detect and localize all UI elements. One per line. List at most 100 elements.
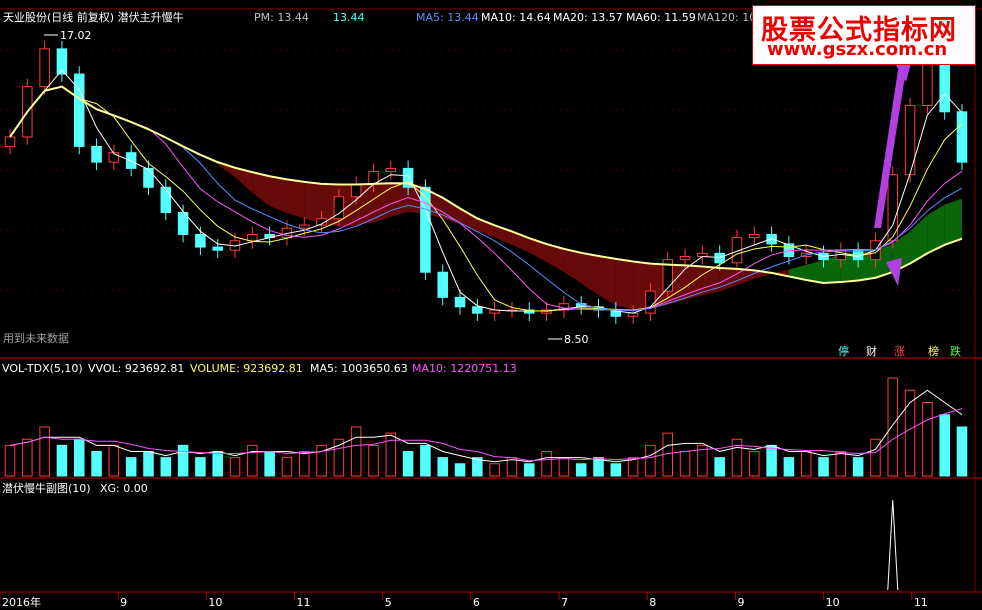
x-tick-label: 8 <box>649 596 656 609</box>
ma-band-segment <box>269 176 287 213</box>
volume-bar <box>922 402 933 477</box>
button-stop[interactable]: 停 <box>838 344 849 358</box>
volume-value: VOLUME: 923692.81 <box>190 362 303 375</box>
ma-bands <box>10 86 962 310</box>
candle-body <box>91 145 102 163</box>
volume-bar <box>298 451 310 477</box>
volume-bar <box>835 451 847 477</box>
volume-bar <box>22 438 33 477</box>
x-tick-label: 11 <box>297 596 311 609</box>
ma10-legend: MA10: 14.64 <box>481 11 551 24</box>
ma60-legend: MA60: 11.59 <box>626 11 696 24</box>
volume-bar <box>385 432 397 477</box>
xg-signal <box>887 499 899 591</box>
candle-body <box>4 136 16 147</box>
vvol-value: VVOL: 923692.81 <box>88 362 184 375</box>
candle-body <box>904 105 916 176</box>
watermark-line2: www.gszx.com.cn <box>767 39 948 60</box>
vol-panel-name: VOL-TDX(5,10) <box>2 362 83 375</box>
volume-bar <box>125 457 137 477</box>
ma-band-segment <box>286 179 305 219</box>
candle-body <box>350 183 362 198</box>
volume-bar <box>402 451 414 477</box>
volume-bars <box>4 377 968 477</box>
volume-bar <box>229 457 241 477</box>
ma-band-segment <box>390 183 409 217</box>
volume-bar <box>108 444 120 477</box>
volume-bar <box>437 457 448 477</box>
volume-bar <box>887 377 899 477</box>
candle-body <box>195 233 206 248</box>
volume-bar <box>489 463 500 477</box>
candle-body <box>679 256 691 261</box>
candle-body <box>472 306 483 314</box>
volume-bar <box>160 457 172 477</box>
volume-bar <box>679 451 691 477</box>
candle-body <box>454 296 466 308</box>
ma-band-segment <box>944 198 962 245</box>
candle-body <box>385 167 397 173</box>
candle-body <box>298 224 310 229</box>
vol-ma5-line <box>9 389 963 463</box>
ma-band-segment <box>719 268 737 292</box>
ma-band-segment <box>563 248 582 284</box>
sub-panel-name: 潜伏慢牛副图(10) <box>2 481 91 495</box>
volume-bar <box>575 463 587 477</box>
x-tick-label: 10 <box>208 596 222 609</box>
volume-bar <box>800 451 812 477</box>
xg-spike <box>887 499 899 591</box>
stock-chart: 2016年 9 10 11 5 6 7 8 9 10 11 天业股份(日线 前复权) 潜伏主升慢牛 … <box>0 8 982 609</box>
volume-bar <box>264 451 275 477</box>
ma-band-segment <box>304 181 322 224</box>
volume-bar <box>91 451 102 477</box>
pm-label: PM: 13.44 <box>254 11 309 24</box>
button-finance[interactable]: 财 <box>866 344 877 358</box>
candle-body <box>714 252 725 264</box>
volume-bar <box>731 438 743 477</box>
low-label: 8.50 <box>564 333 589 346</box>
button-rise[interactable]: 涨 <box>894 345 905 358</box>
watermark-logo: 股票公式指标网 www.gszx.com.cn <box>752 5 976 65</box>
candle-body <box>39 48 50 88</box>
volume-bar <box>783 457 795 477</box>
volume-bar <box>333 438 345 477</box>
volume-bar <box>195 457 206 477</box>
ma120-legend: MA120: 10 <box>697 11 756 24</box>
x-tick-label: 7 <box>561 596 568 609</box>
button-rank[interactable]: 榜 <box>928 344 939 358</box>
volume-bar <box>143 451 154 477</box>
volume-bar <box>541 451 552 477</box>
volume-bar <box>281 457 293 477</box>
candle-body <box>922 64 933 106</box>
volume-bar <box>818 457 829 477</box>
candle-body <box>645 290 656 314</box>
button-fall[interactable]: 跌 <box>950 344 961 358</box>
volume-bar <box>212 451 223 477</box>
volume-bar <box>610 463 622 477</box>
volume-bar <box>56 444 68 477</box>
volume-bar <box>247 444 258 477</box>
volume-bar <box>939 414 950 477</box>
volume-bar <box>73 438 85 477</box>
future-data-note: 用到未来数据 <box>3 331 69 345</box>
volume-bar <box>177 444 189 477</box>
vol-ma5-value: MA5: 1003650.63 <box>310 362 408 375</box>
x-tick-label: 10 <box>826 596 840 609</box>
volume-bar <box>956 426 968 477</box>
candle-body <box>143 167 154 188</box>
candle-body <box>420 186 431 273</box>
ma-band-segment <box>581 252 599 296</box>
candle-body <box>212 246 223 251</box>
volume-bar <box>524 463 535 477</box>
candle-body <box>73 73 85 147</box>
ma20-legend: MA20: 13.57 <box>553 11 623 24</box>
volume-bar <box>4 444 16 477</box>
volume-bar <box>645 444 656 477</box>
volume-bar <box>454 463 466 477</box>
volume-bar <box>714 457 725 477</box>
x-tick-label: 9 <box>737 596 744 609</box>
volume-bar <box>420 444 431 477</box>
chart-title: 天业股份(日线 前复权) 潜伏主升慢牛 <box>3 10 184 24</box>
ma5-legend: MA5: 13.44 <box>416 11 479 24</box>
ma-band-segment <box>910 215 928 264</box>
